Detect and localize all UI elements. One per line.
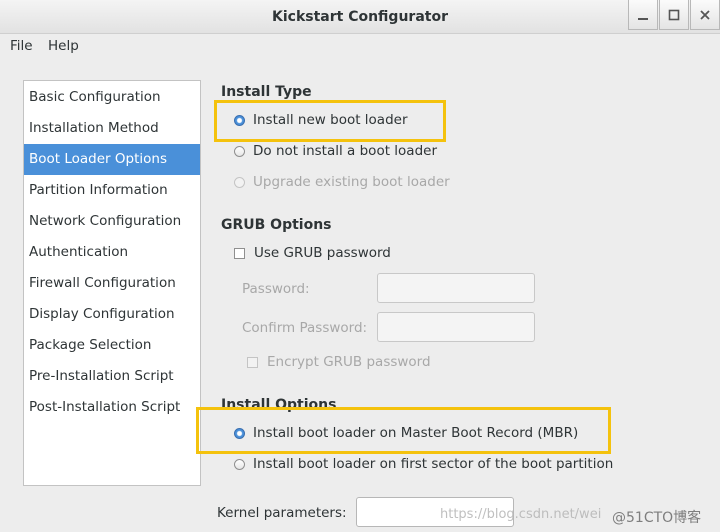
window-controls (627, 0, 720, 30)
sidebar-item-post-installation-script[interactable]: Post-Installation Script (24, 392, 200, 423)
grub-options-heading: GRUB Options (221, 217, 332, 233)
sidebar-item-network-configuration[interactable]: Network Configuration (24, 206, 200, 237)
sidebar-item-display-configuration[interactable]: Display Configuration (24, 299, 200, 330)
password-input[interactable] (377, 273, 535, 303)
menu-file[interactable]: File (10, 38, 33, 54)
sidebar-item-pre-installation-script[interactable]: Pre-Installation Script (24, 361, 200, 392)
close-button[interactable] (690, 0, 720, 30)
radio-upgrade-existing-boot-loader[interactable]: Upgrade existing boot loader (234, 174, 450, 190)
highlight-box-mbr (196, 407, 611, 454)
radio-label: Upgrade existing boot loader (253, 174, 450, 190)
menu-bar: File Help (0, 38, 720, 58)
title-bar: Kickstart Configurator (0, 0, 720, 34)
sidebar-item-firewall-configuration[interactable]: Firewall Configuration (24, 268, 200, 299)
sidebar-item-package-selection[interactable]: Package Selection (24, 330, 200, 361)
maximize-icon (668, 9, 680, 20)
sidebar-item-boot-loader-options[interactable]: Boot Loader Options (24, 144, 200, 175)
checkbox-label: Use GRUB password (254, 245, 391, 261)
menu-help[interactable]: Help (48, 38, 79, 54)
confirm-password-input[interactable] (377, 312, 535, 342)
password-label: Password: (242, 281, 310, 297)
radio-icon (234, 145, 245, 157)
checkbox-encrypt-grub-password[interactable]: Encrypt GRUB password (247, 354, 431, 370)
radio-install-on-boot-partition[interactable]: Install boot loader on first sector of t… (234, 456, 613, 472)
close-icon (700, 9, 710, 20)
checkbox-disabled-icon (247, 356, 258, 368)
kernel-parameters-label: Kernel parameters: (217, 505, 347, 521)
sidebar-item-partition-information[interactable]: Partition Information (24, 175, 200, 206)
confirm-password-label: Confirm Password: (242, 320, 368, 336)
sidebar-item-basic-configuration[interactable]: Basic Configuration (24, 82, 200, 113)
radio-disabled-icon (234, 176, 245, 188)
watermark-brand: @51CTO博客 (612, 510, 702, 526)
maximize-button[interactable] (659, 0, 689, 30)
minimize-icon (638, 17, 648, 20)
sidebar: Basic Configuration Installation Method … (23, 80, 201, 486)
checkbox-label: Encrypt GRUB password (267, 354, 431, 370)
radio-label: Do not install a boot loader (253, 143, 437, 159)
window-title: Kickstart Configurator (272, 9, 448, 25)
sidebar-item-authentication[interactable]: Authentication (24, 237, 200, 268)
minimize-button[interactable] (628, 0, 658, 30)
checkbox-use-grub-password[interactable]: Use GRUB password (234, 245, 391, 261)
radio-icon (234, 458, 245, 470)
radio-label: Install boot loader on first sector of t… (253, 456, 614, 472)
sidebar-item-installation-method[interactable]: Installation Method (24, 113, 200, 144)
install-type-heading: Install Type (221, 84, 312, 100)
checkbox-icon (234, 247, 245, 259)
watermark-url: https://blog.csdn.net/wei (440, 507, 602, 522)
highlight-box-install-new-boot-loader (214, 100, 446, 142)
radio-do-not-install-boot-loader[interactable]: Do not install a boot loader (234, 143, 437, 159)
